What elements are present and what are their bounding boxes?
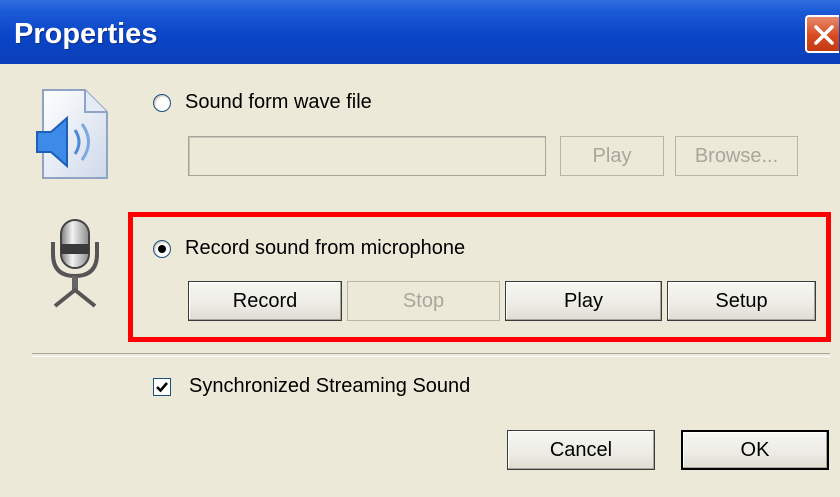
- wave-file-label: Sound form wave file: [185, 91, 372, 113]
- setup-button[interactable]: Setup: [667, 281, 816, 321]
- wave-file-path-input: [188, 136, 546, 176]
- divider: [32, 353, 830, 357]
- microphone-icon: [51, 219, 99, 308]
- microphone-highlight-box: [128, 212, 831, 342]
- checkmark-icon: [156, 382, 168, 393]
- sound-file-icon: [36, 89, 108, 179]
- sync-streaming-label: Synchronized Streaming Sound: [189, 375, 471, 397]
- cancel-button[interactable]: Cancel: [507, 430, 655, 470]
- wave-play-button: Play: [560, 136, 664, 176]
- close-button[interactable]: [805, 15, 839, 53]
- mic-play-button[interactable]: Play: [505, 281, 662, 321]
- close-icon: [814, 25, 834, 45]
- microphone-label: Record sound from microphone: [185, 237, 466, 259]
- dialog-body: Sound form wave file Play Browse... Reco…: [0, 64, 840, 497]
- browse-button: Browse...: [675, 136, 798, 176]
- wave-file-radio[interactable]: [153, 94, 171, 112]
- stop-button: Stop: [347, 281, 500, 321]
- ok-button[interactable]: OK: [681, 430, 829, 470]
- microphone-radio[interactable]: [153, 240, 171, 258]
- sync-streaming-checkbox[interactable]: [153, 378, 171, 396]
- title-bar[interactable]: Properties: [0, 0, 840, 64]
- window-title: Properties: [14, 18, 158, 50]
- record-button[interactable]: Record: [188, 281, 342, 321]
